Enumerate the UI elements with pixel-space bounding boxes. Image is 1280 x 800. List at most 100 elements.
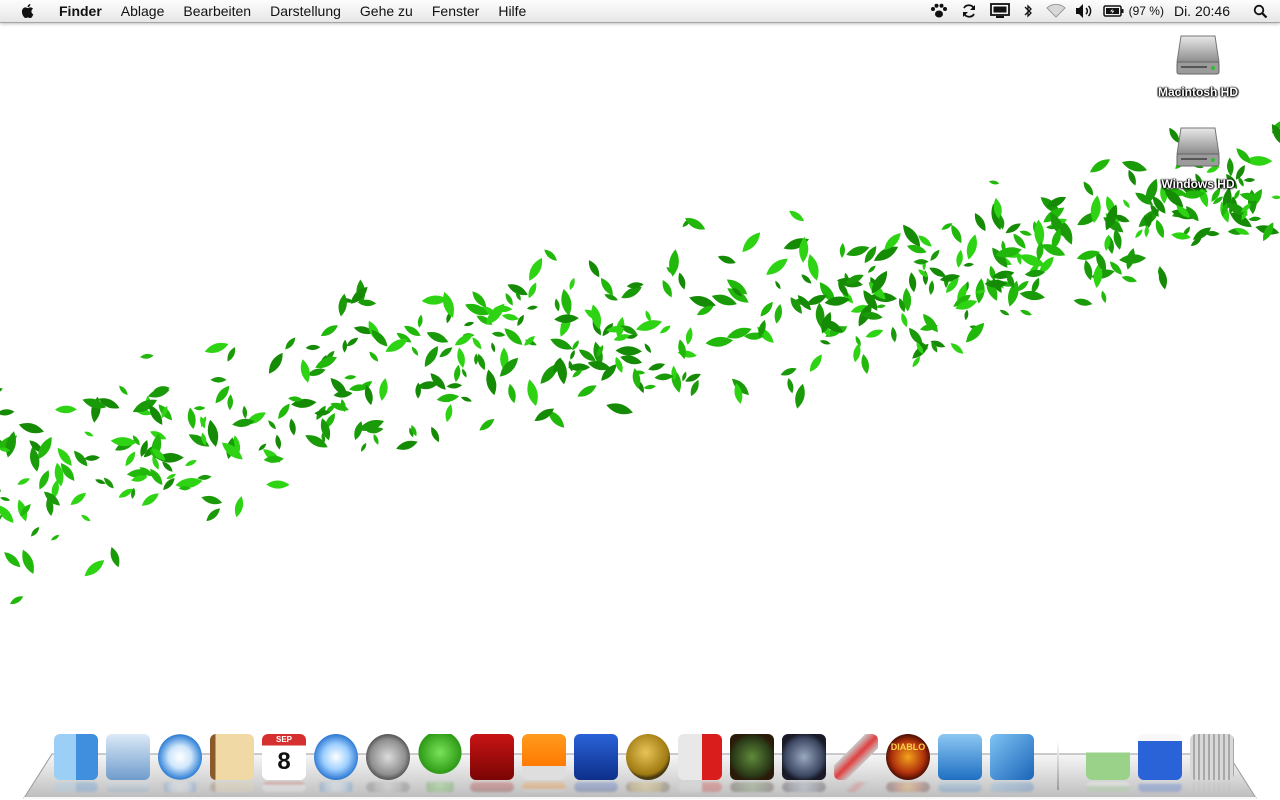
- leaf: [188, 434, 210, 447]
- volume-icon[interactable]: [1073, 0, 1095, 22]
- dock-reflection: [990, 782, 1034, 792]
- leaf: [908, 272, 917, 293]
- leaf: [795, 383, 805, 409]
- leaf: [0, 387, 3, 395]
- leaf: [774, 303, 783, 324]
- leaf: [819, 340, 831, 345]
- dock-item-warcraft[interactable]: [728, 730, 776, 792]
- dock-item-finder[interactable]: [52, 730, 100, 792]
- leaf: [717, 255, 736, 264]
- menu-bar: Finder Ablage Bearbeiten Darstellung Geh…: [0, 0, 1280, 23]
- dock-item-itunes[interactable]: [312, 730, 360, 792]
- dock-reflection: [626, 782, 670, 792]
- leaf: [379, 378, 388, 401]
- apple-icon[interactable]: [17, 2, 39, 20]
- leaf: [0, 485, 2, 492]
- dock-reflection: [678, 782, 722, 792]
- frozen-throne-icon: [782, 734, 826, 780]
- drive-macintosh-hd[interactable]: Macintosh HD: [1143, 28, 1253, 101]
- leaf: [285, 337, 296, 350]
- wifi-icon[interactable]: [1045, 0, 1067, 22]
- dock-reflection: [314, 782, 358, 792]
- menu-bearbeiten[interactable]: Bearbeiten: [174, 0, 261, 22]
- leaf: [554, 314, 579, 324]
- dock-item-neooffice[interactable]: [988, 730, 1036, 792]
- safari-icon: [158, 734, 202, 780]
- dock-item-frozen-throne[interactable]: [780, 730, 828, 792]
- leaf: [39, 470, 49, 490]
- leaf: [411, 346, 419, 356]
- dock-reflection: [106, 782, 150, 792]
- leaf: [643, 384, 657, 390]
- camino-icon: [626, 734, 670, 780]
- leaf: [426, 332, 449, 343]
- photo-booth-icon: [470, 734, 514, 780]
- leaf: [371, 329, 388, 347]
- dock-item-trash[interactable]: [1188, 730, 1236, 792]
- leaf: [289, 418, 296, 436]
- leaf: [436, 393, 460, 403]
- leaf: [1083, 181, 1094, 196]
- menu-app-name[interactable]: Finder: [55, 0, 111, 22]
- display-icon[interactable]: [989, 0, 1011, 22]
- leaf: [615, 346, 642, 356]
- leaf: [1123, 199, 1130, 208]
- leaf: [528, 282, 537, 299]
- leaf: [1101, 290, 1107, 303]
- dock-item-photo-booth[interactable]: [468, 730, 516, 792]
- vuze-doc-icon: [1138, 734, 1182, 780]
- leaf: [320, 325, 338, 336]
- dock-item-spreadsheet[interactable]: [1084, 730, 1132, 792]
- leaf: [184, 460, 197, 466]
- clock[interactable]: Di. 20:46: [1174, 0, 1230, 22]
- battery-icon[interactable]: [1102, 0, 1125, 22]
- leaf: [742, 232, 761, 253]
- menu-fenster[interactable]: Fenster: [422, 0, 488, 22]
- dock-item-parallels[interactable]: [676, 730, 724, 792]
- menu-ablage[interactable]: Ablage: [111, 0, 174, 22]
- leaf: [119, 385, 128, 396]
- dock-item-camino[interactable]: [624, 730, 672, 792]
- leaf: [266, 480, 290, 489]
- dock-item-diablo[interactable]: DIABLO: [884, 730, 932, 792]
- dock-reflection: [1086, 782, 1130, 792]
- bluetooth-icon[interactable]: [1021, 0, 1035, 22]
- leaf: [125, 451, 136, 467]
- dock-item-mail[interactable]: [104, 730, 152, 792]
- dock-reflection: [158, 782, 202, 792]
- leaf: [659, 325, 671, 334]
- dock-reflection: [54, 782, 98, 792]
- menu-darstellung[interactable]: Darstellung: [261, 0, 351, 22]
- leaf: [462, 368, 467, 378]
- dock-item-vuze-doc[interactable]: [1136, 730, 1184, 792]
- dock-item-airplane[interactable]: [832, 730, 880, 792]
- leaf: [626, 282, 644, 289]
- dock-separator[interactable]: [1057, 740, 1059, 790]
- dock-item-ical[interactable]: 8 SEP: [260, 730, 308, 792]
- spotlight-icon[interactable]: [1252, 0, 1268, 22]
- hard-drive-icon: [1176, 127, 1220, 167]
- dock-item-preview[interactable]: [936, 730, 984, 792]
- leaf: [491, 342, 496, 353]
- dock-item-vlc[interactable]: [520, 730, 568, 792]
- dock-item-address-book[interactable]: [208, 730, 256, 792]
- leaf: [1119, 254, 1147, 264]
- dock-reflection: [834, 782, 878, 792]
- battery-percent: (97 %): [1128, 4, 1164, 18]
- menu-hilfe[interactable]: Hilfe: [489, 0, 536, 22]
- dock-item-system-preferences[interactable]: [364, 730, 412, 792]
- leaf: [965, 322, 985, 343]
- leaf: [486, 369, 497, 396]
- dock-item-adium[interactable]: [416, 730, 464, 792]
- leaf: [662, 279, 672, 298]
- menu-gehe-zu[interactable]: Gehe zu: [350, 0, 422, 22]
- dock-item-vuze[interactable]: [572, 730, 620, 792]
- leaf: [1135, 229, 1143, 239]
- dock-item-safari[interactable]: [156, 730, 204, 792]
- sync-icon[interactable]: [959, 0, 979, 22]
- leaf: [81, 514, 91, 522]
- paw-icon[interactable]: [929, 0, 949, 22]
- airplane-icon: [834, 734, 878, 780]
- drive-windows-hd[interactable]: Windows HD: [1143, 120, 1253, 193]
- spreadsheet-icon: [1086, 734, 1130, 780]
